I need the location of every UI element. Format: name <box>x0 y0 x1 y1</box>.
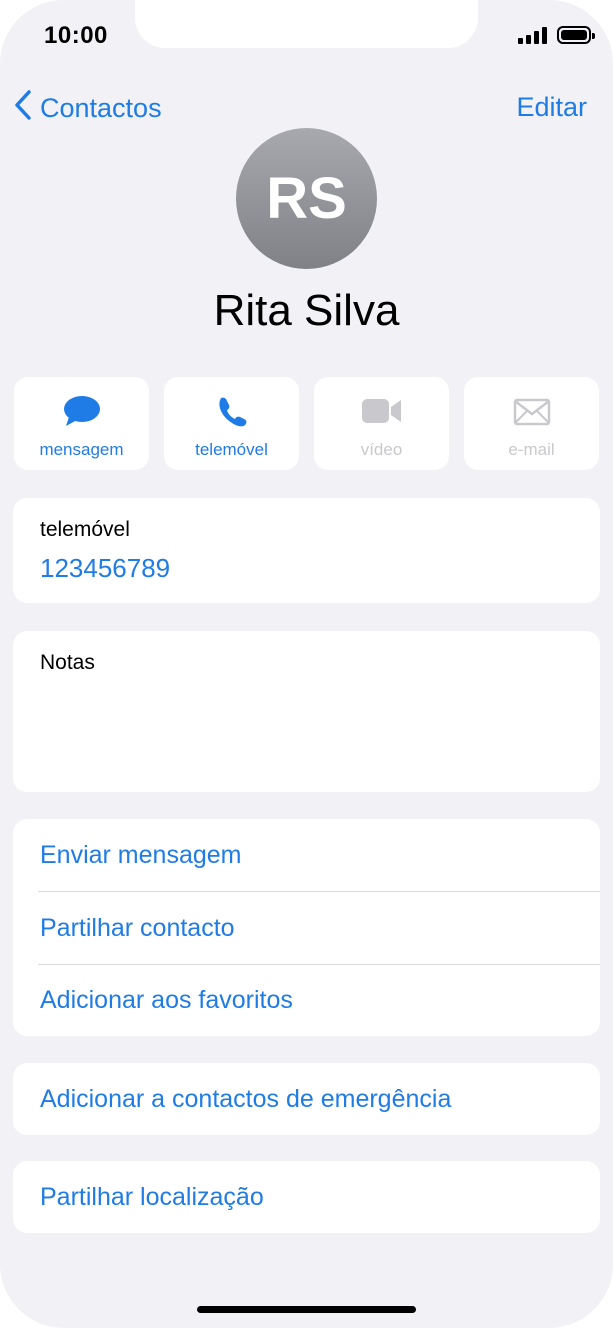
call-action-button[interactable]: telemóvel <box>164 377 299 470</box>
back-button[interactable]: Contactos <box>14 90 162 127</box>
signal-icon <box>518 26 547 44</box>
video-action-button[interactable]: vídeo <box>314 377 449 470</box>
phone-number[interactable]: 123456789 <box>40 553 170 584</box>
home-indicator[interactable] <box>197 1306 416 1313</box>
email-action-button[interactable]: e-mail <box>464 377 599 470</box>
phone-number-card[interactable]: telemóvel 123456789 <box>13 498 600 603</box>
video-camera-icon <box>361 395 403 432</box>
status-icons <box>518 26 595 44</box>
share-location-option[interactable]: Partilhar localização <box>40 1161 600 1233</box>
send-message-option[interactable]: Enviar mensagem <box>40 819 600 891</box>
add-emergency-contact-option[interactable]: Adicionar a contactos de emergência <box>40 1063 600 1135</box>
message-action-label: mensagem <box>39 440 124 459</box>
message-action-button[interactable]: mensagem <box>14 377 149 470</box>
back-label: Contactos <box>40 93 162 123</box>
phone-icon <box>215 395 249 432</box>
envelope-icon <box>512 395 552 432</box>
video-action-label: vídeo <box>360 440 403 459</box>
chevron-left-icon <box>14 90 32 127</box>
battery-icon <box>557 26 595 44</box>
emergency-contact-card: Adicionar a contactos de emergência <box>13 1063 600 1135</box>
notes-label: Notas <box>40 651 95 674</box>
notch <box>135 0 478 48</box>
contact-name: Rita Silva <box>213 286 400 335</box>
options-card: Enviar mensagem Partilhar contacto Adici… <box>13 819 600 1036</box>
share-location-card: Partilhar localização <box>13 1161 600 1233</box>
edit-button[interactable]: Editar <box>516 92 587 123</box>
phone-screen: 10:00 Contactos Editar RS Rita Silva men… <box>0 0 613 1328</box>
email-action-label: e-mail <box>508 440 555 459</box>
call-action-label: telemóvel <box>195 440 268 459</box>
avatar: RS <box>236 128 377 269</box>
notes-card[interactable]: Notas <box>13 631 600 792</box>
add-to-favorites-option[interactable]: Adicionar aos favoritos <box>40 964 600 1036</box>
status-time: 10:00 <box>44 22 108 49</box>
quick-actions: mensagem telemóvel vídeo e-mail <box>14 377 599 470</box>
phone-field-label: telemóvel <box>40 518 130 541</box>
message-bubble-icon <box>63 395 101 432</box>
share-contact-option[interactable]: Partilhar contacto <box>40 892 600 964</box>
avatar-initials: RS <box>266 166 347 231</box>
